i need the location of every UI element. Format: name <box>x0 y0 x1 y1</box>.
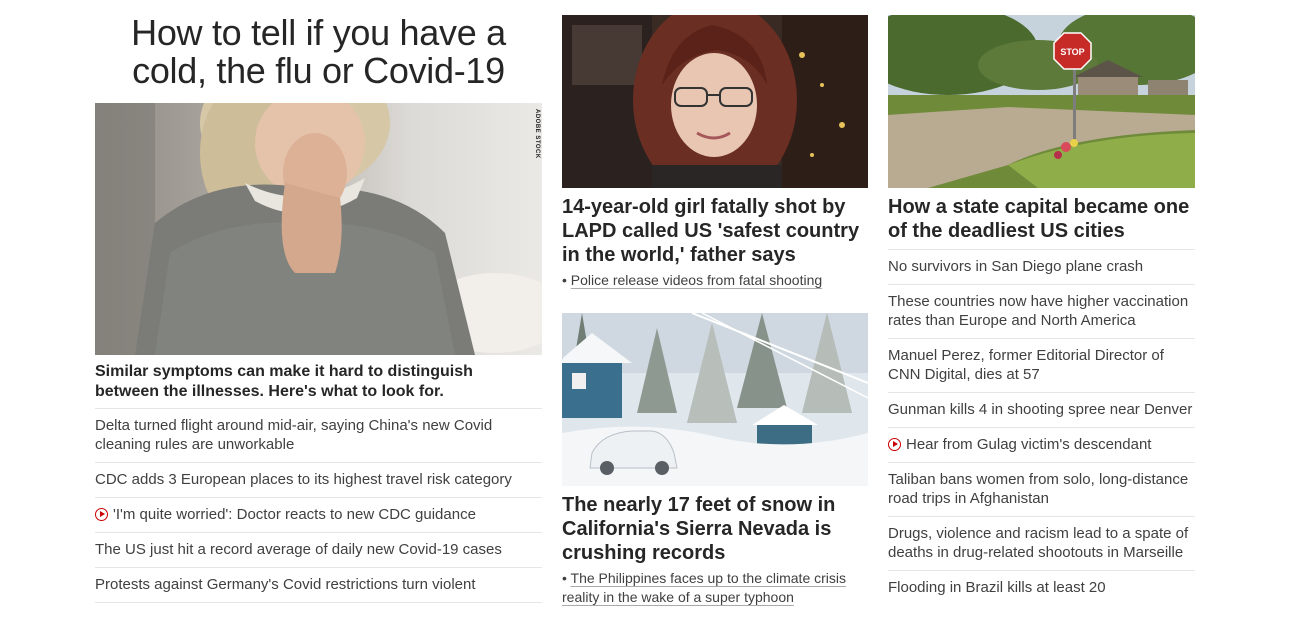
lead-related-links: Delta turned flight around mid-air, sayi… <box>95 408 542 603</box>
list-item[interactable]: Manuel Perez, former Editorial Director … <box>888 338 1195 392</box>
story3-headline[interactable]: How a state capital became one of the de… <box>888 195 1195 243</box>
list-item[interactable]: Drugs, violence and racism lead to a spa… <box>888 516 1195 570</box>
list-item[interactable]: CDC adds 3 European places to its highes… <box>95 462 542 497</box>
story2-sub: • The Philippines faces up to the climat… <box>562 570 847 605</box>
list-item[interactable]: Gunman kills 4 in shooting spree near De… <box>888 392 1195 427</box>
related-link[interactable]: 'I'm quite worried': Doctor reacts to ne… <box>113 506 476 523</box>
related-link[interactable]: These countries now have higher vaccinat… <box>888 293 1188 329</box>
story1-sub: • Police release videos from fatal shoot… <box>562 272 823 288</box>
list-item[interactable]: The US just hit a record average of dail… <box>95 532 542 567</box>
list-item[interactable]: 'I'm quite worried': Doctor reacts to ne… <box>95 497 542 532</box>
play-video-icon <box>888 438 901 451</box>
lead-story-image[interactable]: ADOBE STOCK <box>95 103 542 355</box>
story2-image[interactable] <box>562 313 868 486</box>
lead-headline-link[interactable]: How to tell if you have a cold, the flu … <box>95 14 542 90</box>
story1-sub-link[interactable]: Police release videos from fatal shootin… <box>571 272 822 288</box>
related-link[interactable]: Protests against Germany's Covid restric… <box>95 576 476 593</box>
related-link[interactable]: Taliban bans women from solo, long-dista… <box>888 471 1188 507</box>
play-video-icon <box>95 508 108 521</box>
story2-sub-link[interactable]: The Philippines faces up to the climate … <box>562 570 846 605</box>
related-link[interactable]: The US just hit a record average of dail… <box>95 541 502 558</box>
image-credit: ADOBE STOCK <box>534 109 540 159</box>
story1-image[interactable] <box>562 15 868 188</box>
list-item[interactable]: Hear from Gulag victim's descendant <box>888 427 1195 462</box>
related-link[interactable]: Drugs, violence and racism lead to a spa… <box>888 525 1188 561</box>
list-item[interactable]: No survivors in San Diego plane crash <box>888 249 1195 284</box>
story1-headline[interactable]: 14-year-old girl fatally shot by LAPD ca… <box>562 195 868 267</box>
related-link[interactable]: Gunman kills 4 in shooting spree near De… <box>888 401 1192 418</box>
related-link[interactable]: Flooding in Brazil kills at least 20 <box>888 579 1106 596</box>
story3-image[interactable]: STOP <box>888 15 1195 188</box>
list-item[interactable]: Flooding in Brazil kills at least 20 <box>888 570 1195 605</box>
related-link[interactable]: CDC adds 3 European places to its highes… <box>95 471 512 488</box>
list-item[interactable]: Delta turned flight around mid-air, sayi… <box>95 408 542 462</box>
related-link[interactable]: Delta turned flight around mid-air, sayi… <box>95 417 492 453</box>
list-item[interactable]: These countries now have higher vaccinat… <box>888 284 1195 338</box>
right-related-links: No survivors in San Diego plane crash Th… <box>888 249 1195 605</box>
list-item[interactable]: Taliban bans women from solo, long-dista… <box>888 462 1195 516</box>
list-item[interactable]: Protests against Germany's Covid restric… <box>95 567 542 603</box>
stop-sign-text: STOP <box>1060 47 1084 57</box>
related-link[interactable]: Hear from Gulag victim's descendant <box>906 436 1151 453</box>
related-link[interactable]: Manuel Perez, former Editorial Director … <box>888 347 1164 383</box>
related-link[interactable]: No survivors in San Diego plane crash <box>888 258 1143 275</box>
story2-headline[interactable]: The nearly 17 feet of snow in California… <box>562 493 868 565</box>
lead-story-description[interactable]: Similar symptoms can make it hard to dis… <box>95 362 535 402</box>
